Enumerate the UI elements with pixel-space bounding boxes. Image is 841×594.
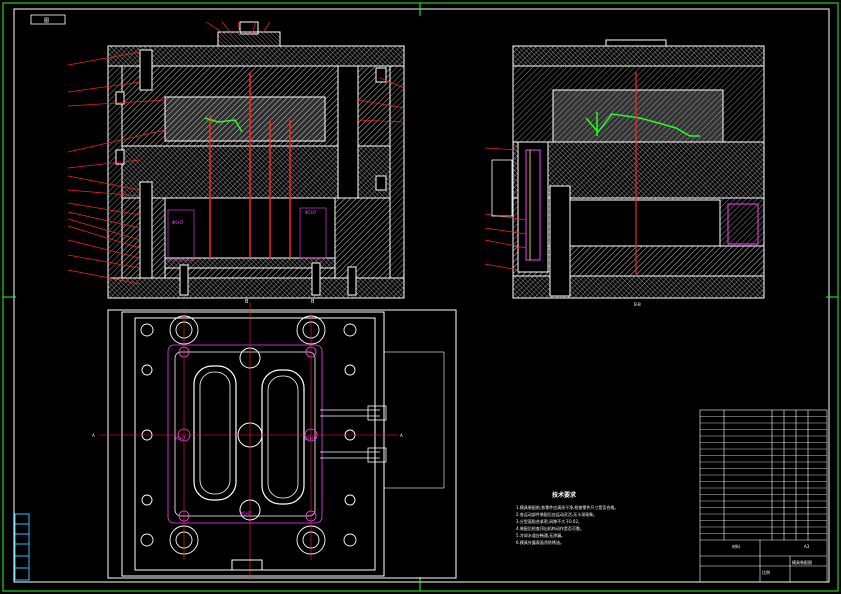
corner-tag: 图 <box>30 14 66 25</box>
svg-text:Φ5H7: Φ5H7 <box>305 210 317 215</box>
title-block-scale: 比例 <box>762 569 770 575</box>
svg-text:Φ5H7: Φ5H7 <box>172 220 184 225</box>
tech-req-title: 技术要求 <box>552 491 577 499</box>
tech-requirements: 技术要求 1.模具装配前,各零件应清洗干净,检查零件尺寸是否合格。 2.各运动部… <box>516 491 618 545</box>
corner-tag-text: 图 <box>44 18 49 24</box>
tech-req-line: 1.模具装配前,各零件应清洗干净,检查零件尺寸是否合格。 <box>516 504 618 510</box>
side-section-view <box>484 39 765 299</box>
section-b-top: B <box>245 299 249 305</box>
title-block-material: 材料 <box>732 543 740 549</box>
section-b-bottom: B <box>311 299 315 305</box>
title-block-mark: A3 <box>804 544 810 549</box>
tech-req-line: 6.模具外露表面涂防锈油。 <box>516 539 564 545</box>
front-section-view: Φ5H7 Φ5H7 <box>67 21 405 299</box>
revision-strip <box>14 513 30 581</box>
section-a-left: A <box>92 433 95 438</box>
tech-req-line: 3.分型面贴合紧密,间隙不大于0.02。 <box>516 518 582 524</box>
plan-view: Φ5H7 Φ5H7 Φ5H7 <box>100 302 457 580</box>
section-a-right: A <box>400 433 403 438</box>
tech-req-line: 4.装配后检查顶出机构动作是否可靠。 <box>516 525 584 531</box>
tech-req-line: 5.冷却水道应畅通,无渗漏。 <box>516 532 565 538</box>
svg-text:Φ5H7: Φ5H7 <box>174 436 186 441</box>
svg-text:Φ5H7: Φ5H7 <box>240 511 252 516</box>
section-bb-label: B-B <box>634 302 641 307</box>
title-block-name: 模具装配图 <box>792 559 812 565</box>
drawing-canvas: 图 Φ5H7 Φ5H7 B B B-B Φ5H7 Φ5H7 Φ5H7 A A 技… <box>2 2 839 592</box>
svg-text:Φ5H7: Φ5H7 <box>304 436 316 441</box>
tech-req-line: 2.各运动部件装配后应运动灵活,无卡滞现象。 <box>516 511 597 517</box>
